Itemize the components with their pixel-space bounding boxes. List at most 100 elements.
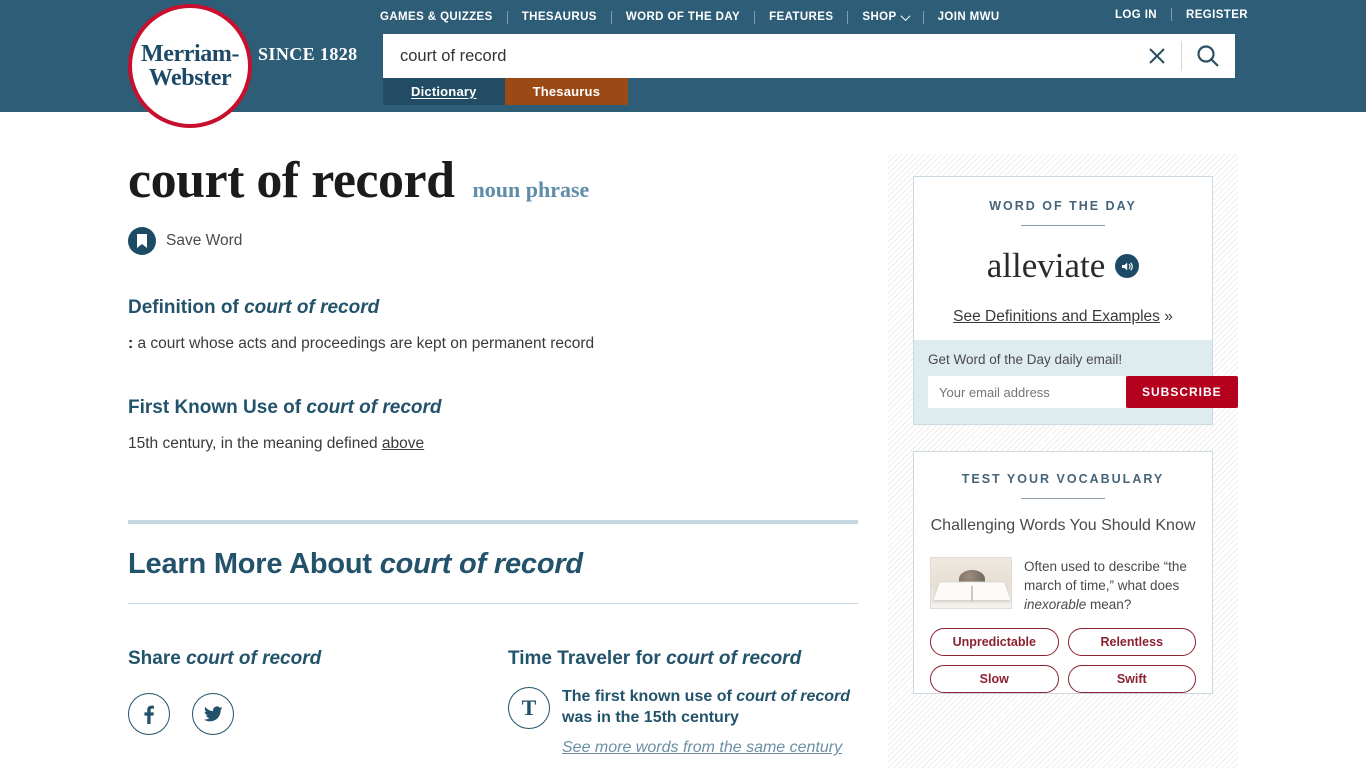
save-word-label: Save Word	[166, 231, 243, 249]
share-prefix: Share	[128, 647, 187, 669]
learn-more-word: court of record	[379, 547, 583, 580]
nav-item-games-quizzes[interactable]: GAMES & QUIZZES	[380, 11, 507, 23]
wotd-kicker: WORD OF THE DAY	[989, 199, 1137, 213]
nav-label: FEATURES	[769, 11, 834, 23]
email-field[interactable]	[928, 376, 1126, 408]
nav-item-shop[interactable]: SHOP	[848, 10, 922, 23]
audio-speaker-icon[interactable]	[1115, 254, 1140, 278]
quiz-subtitle: Challenging Words You Should Know	[930, 517, 1196, 534]
quiz-question-row: Often used to describe “the march of tim…	[930, 556, 1196, 614]
page-title: court of record	[128, 152, 455, 209]
share-section: Share court of record	[128, 646, 508, 758]
facebook-share-button[interactable]	[128, 693, 170, 736]
quiz-q-a: Often used to describe “the march of tim…	[1024, 558, 1187, 593]
entry-header: court of record noun phrase	[128, 152, 858, 209]
time-traveler-more-link[interactable]: See more words from the same century	[562, 739, 858, 757]
top-navigation: GAMES & QUIZZES THESAURUS WORD OF THE DA…	[380, 8, 1014, 26]
quiz-option-1[interactable]: Unpredictable	[930, 628, 1059, 657]
since-tagline: SINCE 1828	[258, 44, 358, 64]
tt-text-a: The first known use of	[562, 688, 737, 706]
quiz-q-word: inexorable	[1024, 596, 1087, 612]
nav-item-join-mwu[interactable]: JOIN MWU	[924, 11, 1014, 23]
logo-circle: Merriam- Webster	[128, 4, 252, 128]
nav-label: GAMES & QUIZZES	[380, 11, 493, 23]
quiz-rule	[1021, 498, 1105, 499]
twitter-share-button[interactable]	[192, 693, 234, 736]
chevron-down-icon	[900, 10, 911, 21]
fku-heading-prefix: First Known Use of	[128, 397, 307, 419]
time-traveler-section: Time Traveler for court of record T The …	[508, 646, 858, 758]
signup-row: SUBSCRIBE	[928, 376, 1238, 408]
nav-label: THESAURUS	[521, 11, 597, 23]
register-link[interactable]: REGISTER	[1172, 9, 1248, 21]
quiz-q-b: mean?	[1086, 596, 1132, 612]
search-bar	[383, 34, 1235, 78]
search-input[interactable]	[384, 35, 1133, 77]
wotd-definitions-link[interactable]: See Definitions and Examples	[953, 308, 1160, 325]
fku-heading-word: court of record	[306, 397, 442, 419]
time-traveler-callout[interactable]: T The first known use of court of record…	[508, 687, 858, 730]
tt-prefix: Time Traveler for	[508, 647, 667, 669]
quiz-option-2[interactable]: Relentless	[1067, 628, 1196, 657]
quiz-kicker: TEST YOUR VOCABULARY	[961, 472, 1165, 486]
time-traveler-badge-icon: T	[508, 687, 550, 730]
auth-links: LOG IN REGISTER	[1101, 8, 1248, 21]
part-of-speech: noun phrase	[472, 177, 590, 202]
nav-item-features[interactable]: FEATURES	[755, 11, 847, 23]
wotd-chevron-text: »	[1164, 308, 1173, 325]
page-body: court of record noun phrase Save Word De…	[0, 112, 1366, 768]
logo-line-2: Webster	[148, 65, 232, 91]
signup-label: Get Word of the Day daily email!	[928, 352, 1123, 367]
definition-text: : a court whose acts and proceedings are…	[128, 333, 858, 355]
wotd-link-row: See Definitions and Examples »	[932, 308, 1194, 340]
share-word: court of record	[186, 647, 322, 669]
search-icon	[1197, 45, 1219, 67]
sidebar: WORD OF THE DAY alleviate See Definition…	[888, 154, 1238, 768]
login-link[interactable]: LOG IN	[1101, 9, 1171, 21]
nav-item-thesaurus[interactable]: THESAURUS	[508, 11, 611, 23]
site-header: Merriam- Webster SINCE 1828 GAMES & QUIZ…	[0, 0, 1366, 128]
nav-label: JOIN MWU	[937, 11, 1000, 23]
time-traveler-heading: Time Traveler for court of record	[508, 646, 858, 672]
wotd-rule	[1021, 225, 1105, 226]
test-vocabulary-card: TEST YOUR VOCABULARY Challenging Words Y…	[913, 451, 1213, 695]
search-submit-button[interactable]	[1182, 35, 1234, 77]
subscribe-button[interactable]: SUBSCRIBE	[1126, 376, 1238, 408]
book-spine-shape	[971, 585, 973, 602]
learn-more-columns: Share court of record Time Traveler for …	[128, 646, 858, 758]
word-of-the-day-card: WORD OF THE DAY alleviate See Definition…	[913, 176, 1238, 425]
tt-text-word: court of record	[736, 688, 851, 706]
first-known-use-heading: First Known Use of court of record	[128, 397, 858, 419]
section-divider-thick	[128, 519, 858, 524]
site-logo[interactable]: Merriam- Webster	[128, 4, 252, 128]
close-icon	[1149, 48, 1165, 64]
quiz-option-4[interactable]: Swift	[1067, 665, 1196, 694]
quiz-option-3[interactable]: Slow	[930, 665, 1059, 694]
twitter-icon	[203, 706, 223, 722]
mode-tabs: Dictionary Thesaurus	[383, 78, 629, 105]
section-divider-thin	[128, 602, 858, 604]
tt-text-c: was in the 15th century	[562, 708, 739, 726]
definition-heading-word: court of record	[244, 296, 380, 318]
definition-heading-prefix: Definition of	[128, 296, 245, 318]
quiz-question-text: Often used to describe “the march of tim…	[1024, 557, 1196, 614]
wotd-signup: Get Word of the Day daily email! SUBSCRI…	[914, 340, 1238, 424]
bookmark-icon	[128, 226, 156, 255]
tt-word: court of record	[666, 647, 802, 669]
nav-item-word-of-the-day[interactable]: WORD OF THE DAY	[612, 11, 754, 23]
share-heading: Share court of record	[128, 646, 508, 672]
wotd-word[interactable]: alleviate	[987, 246, 1106, 286]
tab-thesaurus[interactable]: Thesaurus	[504, 78, 629, 105]
main-content: court of record noun phrase Save Word De…	[128, 152, 858, 758]
logo-line-1: Merriam-	[140, 41, 240, 67]
facebook-icon	[144, 705, 154, 725]
definition-heading: Definition of court of record	[128, 297, 858, 319]
save-word-button[interactable]: Save Word	[128, 226, 858, 255]
learn-more-heading: Learn More About court of record	[128, 548, 858, 581]
clear-search-button[interactable]	[1133, 35, 1181, 77]
tab-dictionary[interactable]: Dictionary	[383, 78, 505, 105]
nav-label: SHOP	[862, 11, 897, 23]
quiz-options: Unpredictable Relentless Slow Swift	[930, 628, 1196, 694]
fku-above-link[interactable]: above	[382, 435, 424, 452]
fku-text: 15th century, in the meaning defined	[128, 435, 382, 453]
